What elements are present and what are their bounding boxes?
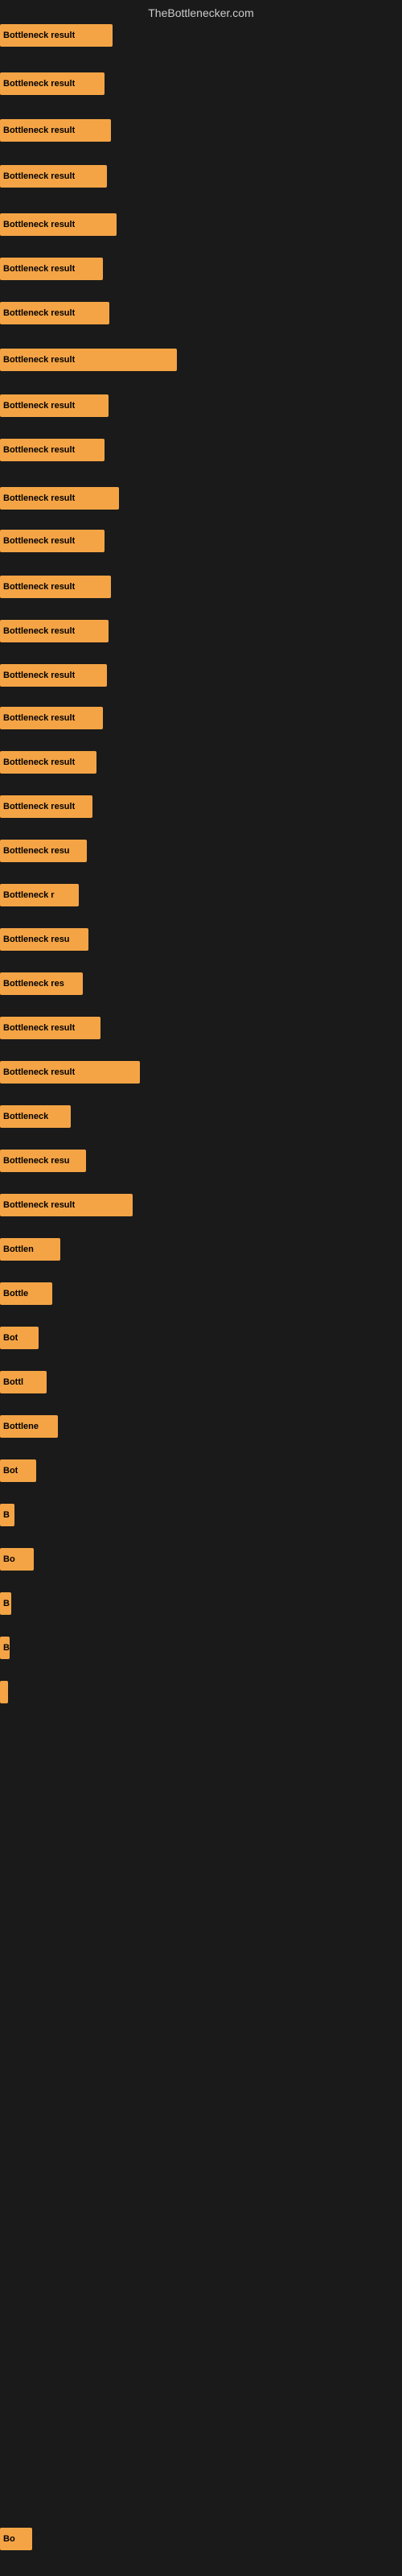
bar-item-3: Bottleneck result: [0, 165, 107, 188]
bar-label-38: Bo: [3, 2534, 15, 2544]
bar-item-12: Bottleneck result: [0, 576, 111, 598]
bar-item-35: B: [0, 1592, 11, 1615]
bar-item-34: Bo: [0, 1548, 34, 1571]
bar-label-6: Bottleneck result: [3, 308, 75, 318]
bar-label-24: Bottleneck: [3, 1112, 48, 1121]
bar-label-3: Bottleneck result: [3, 171, 75, 181]
bar-label-12: Bottleneck result: [3, 582, 75, 592]
bar-label-22: Bottleneck result: [3, 1023, 75, 1033]
bar-item-38: Bo: [0, 2528, 32, 2550]
bar-item-33: B: [0, 1504, 14, 1526]
bar-item-24: Bottleneck: [0, 1105, 71, 1128]
bar-item-14: Bottleneck result: [0, 664, 107, 687]
bar-item-22: Bottleneck result: [0, 1017, 100, 1039]
bar-label-18: Bottleneck resu: [3, 846, 70, 856]
bar-label-26: Bottleneck result: [3, 1200, 75, 1210]
bar-label-15: Bottleneck result: [3, 713, 75, 723]
bar-item-6: Bottleneck result: [0, 302, 109, 324]
bar-label-31: Bottlene: [3, 1422, 39, 1431]
bar-item-25: Bottleneck resu: [0, 1150, 86, 1172]
bar-item-13: Bottleneck result: [0, 620, 109, 642]
bar-item-10: Bottleneck result: [0, 487, 119, 510]
bar-item-30: Bottl: [0, 1371, 47, 1393]
bar-item-36: B: [0, 1637, 10, 1659]
bar-label-17: Bottleneck result: [3, 802, 75, 811]
bar-item-2: Bottleneck result: [0, 119, 111, 142]
bar-label-23: Bottleneck result: [3, 1067, 75, 1077]
bar-label-7: Bottleneck result: [3, 355, 75, 365]
bar-label-5: Bottleneck result: [3, 264, 75, 274]
bar-label-13: Bottleneck result: [3, 626, 75, 636]
bar-item-18: Bottleneck resu: [0, 840, 87, 862]
bar-label-29: Bot: [3, 1333, 18, 1343]
bar-label-33: B: [3, 1510, 10, 1520]
bar-item-37: [0, 1681, 8, 1703]
bar-item-26: Bottleneck result: [0, 1194, 133, 1216]
bar-label-35: B: [3, 1599, 10, 1608]
bar-label-20: Bottleneck resu: [3, 935, 70, 944]
bar-label-32: Bot: [3, 1466, 18, 1476]
bar-label-9: Bottleneck result: [3, 445, 75, 455]
bar-label-0: Bottleneck result: [3, 31, 75, 40]
bar-label-16: Bottleneck result: [3, 758, 75, 767]
bar-item-0: Bottleneck result: [0, 24, 113, 47]
bar-item-1: Bottleneck result: [0, 72, 105, 95]
bar-label-1: Bottleneck result: [3, 79, 75, 89]
bar-item-9: Bottleneck result: [0, 439, 105, 461]
bar-item-17: Bottleneck result: [0, 795, 92, 818]
bar-item-11: Bottleneck result: [0, 530, 105, 552]
bar-item-5: Bottleneck result: [0, 258, 103, 280]
bar-label-27: Bottlen: [3, 1245, 34, 1254]
bar-item-15: Bottleneck result: [0, 707, 103, 729]
bar-label-2: Bottleneck result: [3, 126, 75, 135]
bar-label-34: Bo: [3, 1554, 15, 1564]
bar-item-21: Bottleneck res: [0, 972, 83, 995]
bar-label-25: Bottleneck resu: [3, 1156, 70, 1166]
bar-label-19: Bottleneck r: [3, 890, 55, 900]
bar-item-7: Bottleneck result: [0, 349, 177, 371]
bar-item-19: Bottleneck r: [0, 884, 79, 906]
site-title: TheBottlenecker.com: [0, 6, 402, 19]
bar-item-16: Bottleneck result: [0, 751, 96, 774]
bar-item-31: Bottlene: [0, 1415, 58, 1438]
bar-label-11: Bottleneck result: [3, 536, 75, 546]
bar-label-8: Bottleneck result: [3, 401, 75, 411]
bar-label-10: Bottleneck result: [3, 493, 75, 503]
bar-item-23: Bottleneck result: [0, 1061, 140, 1084]
bar-item-28: Bottle: [0, 1282, 52, 1305]
bar-label-14: Bottleneck result: [3, 671, 75, 680]
bar-item-27: Bottlen: [0, 1238, 60, 1261]
bar-item-32: Bot: [0, 1459, 36, 1482]
bar-label-30: Bottl: [3, 1377, 23, 1387]
bar-label-36: B: [3, 1643, 10, 1653]
bar-label-21: Bottleneck res: [3, 979, 64, 989]
bar-item-8: Bottleneck result: [0, 394, 109, 417]
bar-item-29: Bot: [0, 1327, 39, 1349]
bar-label-4: Bottleneck result: [3, 220, 75, 229]
bar-item-4: Bottleneck result: [0, 213, 117, 236]
bar-item-20: Bottleneck resu: [0, 928, 88, 951]
bar-label-28: Bottle: [3, 1289, 28, 1298]
